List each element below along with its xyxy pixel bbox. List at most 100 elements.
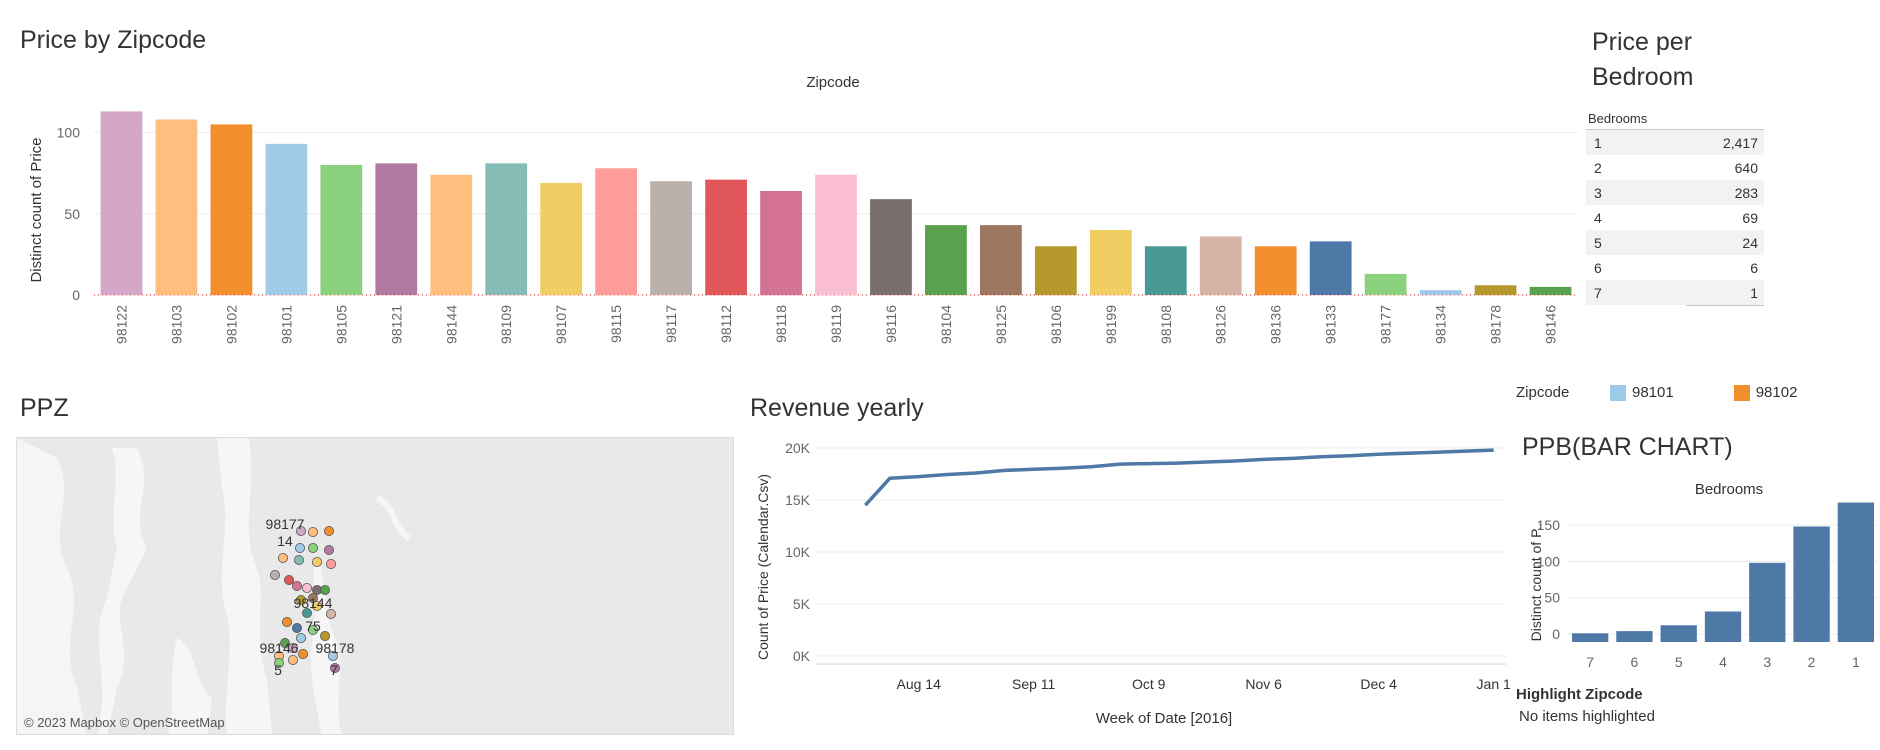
price-cell: 1: [1750, 284, 1758, 301]
zipcode-legend: Zipcode 98101 98102: [1516, 384, 1857, 401]
revenue-x-tick-label: Aug 14: [896, 676, 941, 692]
map-zipcode-dot[interactable]: [319, 584, 330, 595]
zipcode-bar[interactable]: [430, 174, 473, 295]
zipcode-tick-label: 98177: [1378, 305, 1394, 344]
zipcode-bar[interactable]: [1254, 246, 1297, 295]
table-row[interactable]: 2 640: [1586, 155, 1764, 180]
zipcode-bar[interactable]: [1474, 285, 1517, 295]
zipcode-tick-label: 98107: [553, 305, 569, 344]
bedrooms-cell: 6: [1594, 259, 1602, 276]
zipcode-tick-label: 98112: [718, 305, 734, 343]
zipcode-tick-label: 98105: [333, 305, 349, 344]
bedrooms-tick-label: 1: [1852, 654, 1860, 670]
map-zipcode-dot[interactable]: [283, 574, 294, 585]
table-row[interactable]: 5 24: [1586, 230, 1764, 255]
zipcode-bar[interactable]: [760, 191, 802, 295]
zipcode-bar[interactable]: [1034, 246, 1077, 295]
zipcode-chart-title: Zipcode: [806, 74, 859, 91]
bedrooms-bar[interactable]: [1660, 625, 1697, 642]
zipcode-bar[interactable]: [1144, 246, 1187, 295]
revenue-x-tick-label: Nov 6: [1245, 676, 1282, 692]
map-zipcode-dot[interactable]: [307, 527, 318, 538]
map-zipcode-dot[interactable]: [291, 580, 302, 591]
zipcode-bar[interactable]: [540, 182, 583, 295]
zipcode-bar[interactable]: [210, 124, 253, 295]
zipcode-bar[interactable]: [320, 165, 363, 295]
map-zipcode-dot[interactable]: [301, 582, 312, 593]
zipcode-bar[interactable]: [815, 174, 857, 295]
zipcode-bar[interactable]: [485, 163, 528, 295]
zipcode-bar[interactable]: [595, 168, 638, 295]
map-zipcode-dot[interactable]: [297, 648, 308, 659]
map-zipcode-dot[interactable]: [307, 543, 318, 554]
highlight-zipcode-value[interactable]: No items highlighted: [1519, 708, 1655, 725]
zipcode-bar[interactable]: [375, 163, 418, 295]
zipcode-bar[interactable]: [1364, 273, 1407, 295]
table-row[interactable]: 66: [1586, 255, 1764, 280]
legend-item[interactable]: 98102: [1733, 384, 1797, 401]
zipcode-bar[interactable]: [980, 225, 1022, 295]
revenue-series-line: [864, 448, 1494, 507]
map-zipcode-dot[interactable]: [281, 616, 292, 627]
map-zipcode-dot[interactable]: [311, 557, 322, 568]
legend-item[interactable]: 98101: [1610, 384, 1674, 401]
ppz-map[interactable]: 98177 14 98144 75 98146 98178 5 7 © 2023 Mapbox…: [16, 437, 734, 735]
zipcode-y-axis-label: Distinct count of Price: [28, 137, 45, 282]
revenue-x-tick-label: Sep 11: [1012, 676, 1056, 692]
bedrooms-y-tick-label: 150: [1537, 517, 1561, 533]
revenue-y-tick-label: 10K: [785, 544, 811, 560]
bedrooms-bar[interactable]: [1749, 562, 1786, 642]
bedrooms-bar[interactable]: [1571, 633, 1609, 642]
table-row[interactable]: 4 69: [1586, 205, 1764, 230]
zipcode-bar[interactable]: [155, 119, 198, 296]
zipcode-bar[interactable]: [265, 143, 308, 295]
bedrooms-bar[interactable]: [1793, 526, 1830, 642]
bedrooms-bar[interactable]: [1837, 502, 1875, 642]
bedrooms-tick-label: 3: [1763, 654, 1771, 670]
zipcode-tick-label: 98118: [773, 305, 789, 343]
map-zipcode-dot[interactable]: [291, 622, 302, 633]
zipcode-bar[interactable]: [100, 111, 143, 295]
bedrooms-tick-label: 6: [1631, 654, 1639, 670]
zipcode-bar[interactable]: [650, 181, 692, 295]
table-row[interactable]: 1 2,417: [1586, 130, 1764, 155]
map-zipcode-dot[interactable]: [269, 569, 280, 580]
zipcode-bar[interactable]: [1089, 230, 1132, 295]
map-zipcode-dot[interactable]: [323, 545, 334, 556]
zipcode-bar[interactable]: [705, 179, 747, 295]
price-cell: 640: [1734, 159, 1758, 176]
zipcode-bar[interactable]: [1529, 286, 1572, 295]
map-canvas: 9817714 98144 75 98146 98178 5 7: [17, 438, 733, 734]
bedrooms-y-tick-label: 50: [1544, 590, 1560, 606]
bedrooms-y-axis-label: Distinct count of P..: [1528, 523, 1544, 642]
bedrooms-cell: 4: [1594, 209, 1602, 226]
map-zipcode-dot[interactable]: [287, 654, 298, 665]
bedrooms-cell: 1: [1594, 134, 1602, 151]
map-zipcode-dot[interactable]: [293, 555, 304, 566]
map-zipcode-dot[interactable]: [294, 543, 305, 554]
zipcode-tick-label: 98103: [168, 305, 184, 344]
bedrooms-bar[interactable]: [1616, 631, 1653, 642]
zipcode-tick-label: 98122: [113, 305, 129, 344]
map-label: 98178: [316, 640, 355, 656]
zipcode-tick-label: 98136: [1268, 305, 1284, 344]
zipcode-bar[interactable]: [870, 199, 912, 295]
map-credit: © 2023 Mapbox © OpenStreetMap: [24, 715, 225, 730]
table-row[interactable]: 71: [1586, 280, 1764, 305]
map-zipcode-dot[interactable]: [325, 559, 336, 570]
map-zipcode-dot[interactable]: [323, 526, 334, 537]
zipcode-tick-label: 98146: [1543, 305, 1559, 344]
map-zipcode-dot[interactable]: [277, 553, 288, 564]
price-cell: 2,417: [1722, 134, 1758, 151]
map-label: 14: [277, 533, 293, 549]
zipcode-tick-label: 98109: [498, 305, 514, 344]
bedrooms-bar[interactable]: [1704, 611, 1742, 642]
zipcode-bar[interactable]: [1199, 236, 1242, 296]
table-row[interactable]: 3 283: [1586, 180, 1764, 205]
zipcode-bar[interactable]: [1309, 241, 1352, 295]
zipcode-bar[interactable]: [1419, 290, 1462, 295]
zipcode-tick-label: 98133: [1323, 305, 1339, 344]
zipcode-tick-label: 98106: [1048, 305, 1064, 344]
price-cell: 24: [1742, 234, 1758, 251]
zipcode-bar[interactable]: [925, 225, 967, 295]
